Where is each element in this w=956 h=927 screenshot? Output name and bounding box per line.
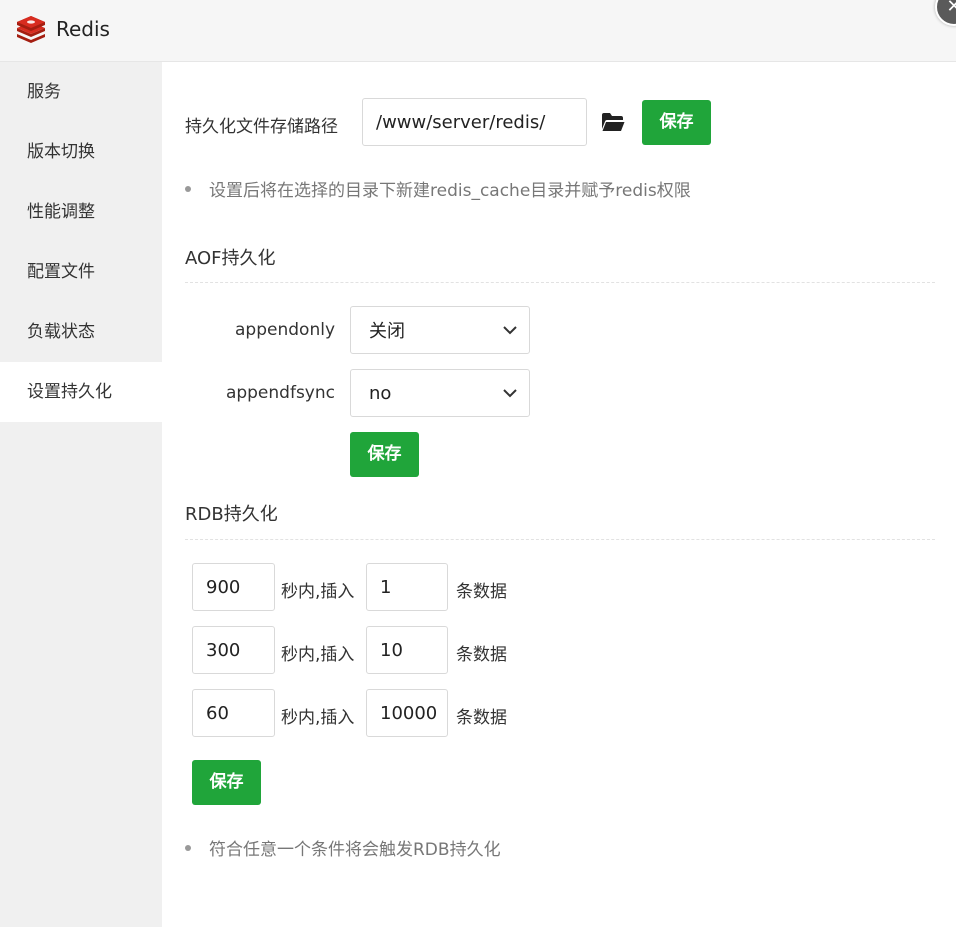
aof-divider <box>185 282 935 283</box>
sidebar-item-version-switch[interactable]: 版本切换 <box>0 122 162 182</box>
rdb-count-input[interactable]: 1 <box>366 563 448 611</box>
sidebar-item-persistence[interactable]: 设置持久化 <box>0 362 162 422</box>
rdb-end-label: 条数据 <box>456 645 507 665</box>
appendfsync-label: appendfsync <box>225 383 335 403</box>
sidebar-item-performance[interactable]: 性能调整 <box>0 182 162 242</box>
rdb-tip: 符合任意一个条件将会触发RDB持久化 <box>185 835 501 860</box>
rdb-mid-label: 秒内,插入 <box>281 645 355 665</box>
persist-path-save-button[interactable]: 保存 <box>642 100 711 145</box>
rdb-seconds-input[interactable]: 900 <box>192 563 275 611</box>
folder-open-icon[interactable] <box>601 112 625 132</box>
redis-logo-icon <box>17 16 45 43</box>
aof-section-title: AOF持久化 <box>185 248 276 269</box>
rdb-save-button[interactable]: 保存 <box>192 760 261 805</box>
window-header: Redis <box>0 0 956 62</box>
rdb-seconds-input[interactable]: 60 <box>192 689 275 737</box>
rdb-tip-text: 符合任意一个条件将会触发RDB持久化 <box>209 840 501 860</box>
appendonly-label: appendonly <box>235 320 335 340</box>
persist-path-tip-text: 设置后将在选择的目录下新建redis_cache目录并赋予redis权限 <box>209 181 691 201</box>
rdb-end-label: 条数据 <box>456 708 507 728</box>
rdb-count-input[interactable]: 10 <box>366 626 448 674</box>
chevron-down-icon <box>503 389 517 398</box>
bullet-icon <box>185 186 191 192</box>
app-title: Redis <box>56 17 110 41</box>
rdb-divider <box>185 539 935 540</box>
rdb-end-label: 条数据 <box>456 582 507 602</box>
persist-path-label: 持久化文件存储路径 <box>185 117 338 137</box>
sidebar: 服务 版本切换 性能调整 配置文件 负载状态 设置持久化 <box>0 62 162 927</box>
sidebar-item-load-status[interactable]: 负载状态 <box>0 302 162 362</box>
bullet-icon <box>185 845 191 851</box>
persist-path-input[interactable]: /www/server/redis/ <box>362 98 587 146</box>
rdb-count-input[interactable]: 10000 <box>366 689 448 737</box>
aof-save-button[interactable]: 保存 <box>350 432 419 477</box>
appendonly-select[interactable]: 关闭 <box>350 306 530 354</box>
appendfsync-value: no <box>369 382 392 404</box>
rdb-seconds-input[interactable]: 300 <box>192 626 275 674</box>
persist-path-tip: 设置后将在选择的目录下新建redis_cache目录并赋予redis权限 <box>185 176 691 201</box>
sidebar-item-config-file[interactable]: 配置文件 <box>0 242 162 302</box>
sidebar-item-service[interactable]: 服务 <box>0 62 162 122</box>
appendonly-value: 关闭 <box>369 321 405 342</box>
rdb-mid-label: 秒内,插入 <box>281 582 355 602</box>
rdb-section-title: RDB持久化 <box>185 504 278 525</box>
chevron-down-icon <box>503 326 517 335</box>
appendfsync-select[interactable]: no <box>350 369 530 417</box>
main-content: 持久化文件存储路径 /www/server/redis/ 保存 设置后将在选择的… <box>162 62 956 927</box>
rdb-mid-label: 秒内,插入 <box>281 708 355 728</box>
